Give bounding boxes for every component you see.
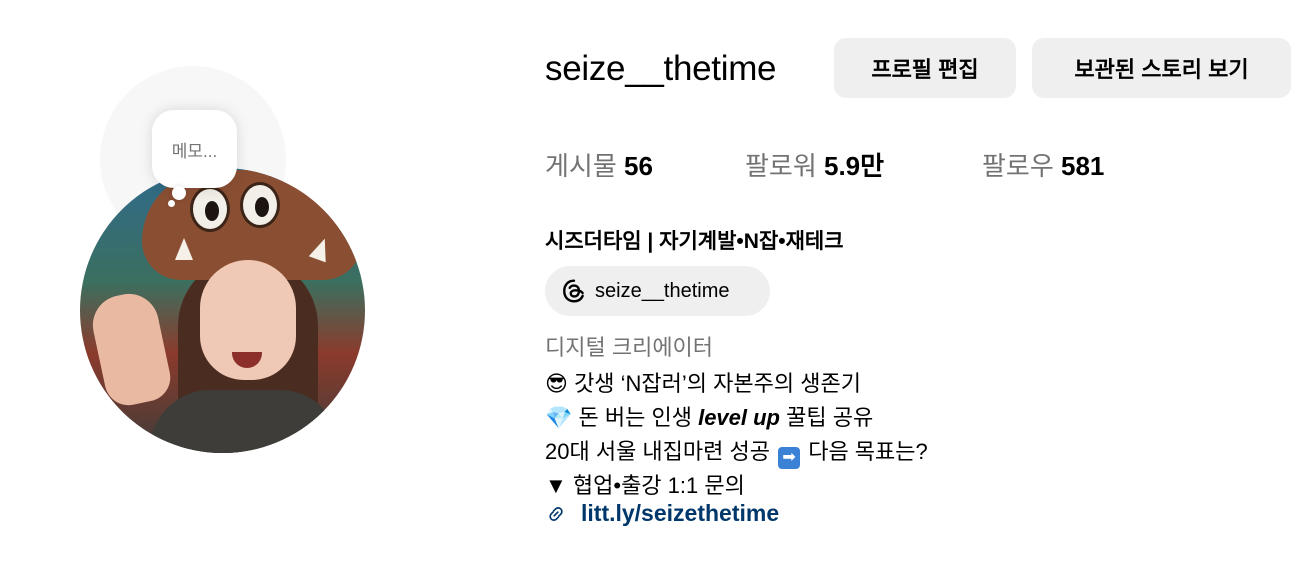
profile-link[interactable]: litt.ly/seizethetime bbox=[545, 500, 779, 527]
threads-handle: seize__thetime bbox=[595, 279, 730, 302]
edit-profile-button[interactable]: 프로필 편집 bbox=[834, 38, 1016, 98]
bio-line-3: 20대 서울 내집마련 성공 ➡ 다음 목표는? bbox=[545, 434, 928, 469]
note-bubble[interactable]: 메모... bbox=[152, 110, 237, 188]
link-icon bbox=[549, 506, 563, 521]
avatar-hat-eye-left bbox=[190, 186, 230, 232]
right-arrow-emoji-icon: ➡ bbox=[778, 447, 801, 469]
following-stat[interactable]: 팔로우 581 bbox=[982, 146, 1104, 183]
followers-count: 5.9만 bbox=[824, 151, 885, 181]
note-bubble-tail-small bbox=[168, 200, 175, 207]
bio-line-2: 💎 돈 버는 인생 level up 꿀팁 공유 bbox=[545, 400, 873, 432]
profile-link-text[interactable]: litt.ly/seizethetime bbox=[581, 500, 779, 527]
bio-line-4: ▼ 협업•출강 1:1 문의 bbox=[545, 473, 745, 498]
bio-line-3-post: 다음 목표는? bbox=[802, 439, 928, 464]
posts-count: 56 bbox=[624, 151, 653, 181]
avatar-hat-eye-right bbox=[240, 182, 280, 228]
bio-line-1-text: 갓생 ‘N잡러’의 자본주의 생존기 bbox=[574, 371, 861, 396]
threads-icon bbox=[563, 279, 584, 303]
view-archive-button[interactable]: 보관된 스토리 보기 bbox=[1032, 38, 1291, 98]
note-placeholder: 메모... bbox=[171, 141, 218, 161]
profile-full-name: 시즈더타임 | 자기계발•N잡•재테크 bbox=[545, 230, 844, 253]
bio-line-3-pre: 20대 서울 내집마련 성공 bbox=[545, 439, 777, 464]
posts-stat: 게시물 56 bbox=[545, 146, 653, 183]
threads-badge[interactable]: seize__thetime bbox=[545, 266, 770, 316]
avatar-shirt bbox=[150, 390, 340, 453]
following-label: 팔로우 bbox=[982, 151, 1054, 181]
bio-line-2-pre: 돈 버는 인생 bbox=[578, 405, 699, 430]
sunglasses-emoji-icon: 😎 bbox=[545, 371, 568, 396]
posts-label: 게시물 bbox=[545, 151, 617, 181]
following-count: 581 bbox=[1061, 151, 1105, 181]
bio-line-1: 😎 갓생 ‘N잡러’의 자본주의 생존기 bbox=[545, 366, 861, 398]
note-bubble-tail bbox=[172, 186, 186, 200]
profile-avatar[interactable] bbox=[80, 168, 365, 453]
avatar-hand bbox=[87, 288, 175, 410]
followers-stat[interactable]: 팔로워 5.9만 bbox=[745, 146, 884, 183]
followers-label: 팔로워 bbox=[745, 151, 817, 181]
profile-username: seize__thetime bbox=[545, 49, 777, 88]
avatar-image[interactable] bbox=[80, 168, 365, 453]
bio-line-2-emphasis: level up bbox=[698, 405, 780, 430]
avatar-hat-fang-left bbox=[175, 238, 193, 260]
bio-line-2-post: 꿀팁 공유 bbox=[780, 405, 874, 430]
gem-emoji-icon: 💎 bbox=[545, 405, 573, 430]
profile-category: 디지털 크리에이터 bbox=[545, 335, 714, 360]
